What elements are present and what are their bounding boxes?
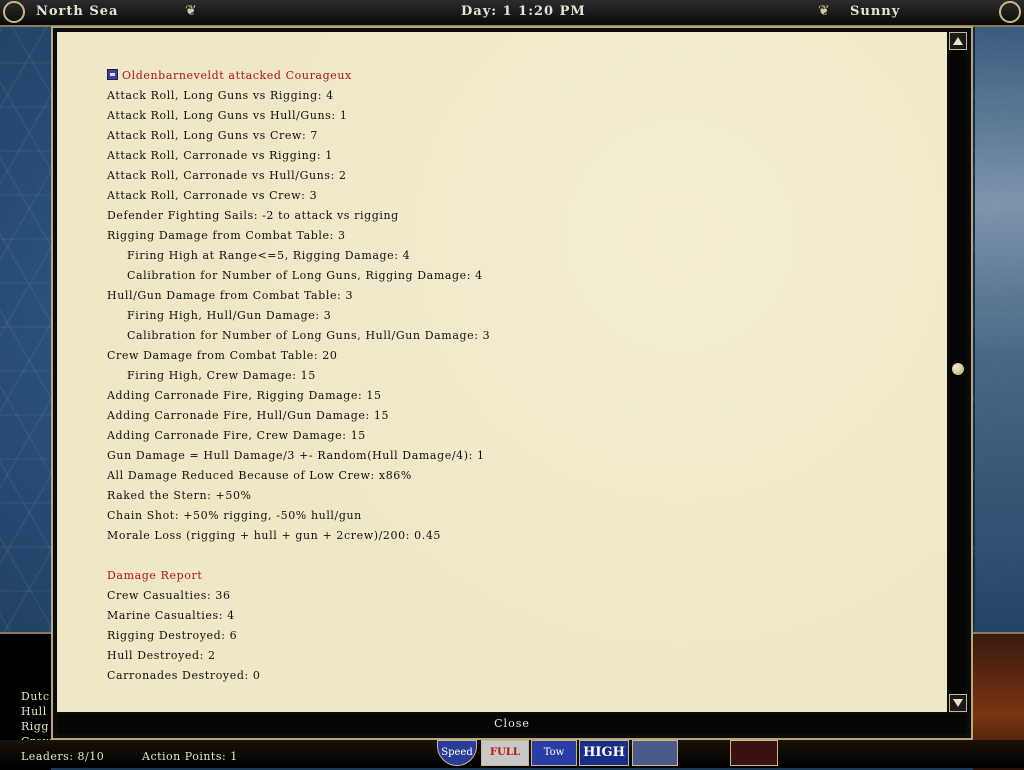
damage-line: Carronades Destroyed: 0 <box>107 669 261 682</box>
action-points-label: Action Points: 1 <box>142 750 238 763</box>
scroll-up-button[interactable] <box>949 32 967 50</box>
log-line: Defender Fighting Sails: -2 to attack vs… <box>107 209 399 222</box>
log-line: Calibration for Number of Long Guns, Hul… <box>127 329 491 342</box>
damage-line: Hull Destroyed: 2 <box>107 649 216 662</box>
log-line: Attack Roll, Carronade vs Crew: 3 <box>107 189 318 202</box>
damage-line: Marine Casualties: 4 <box>107 609 235 622</box>
vertical-scrollbar[interactable] <box>949 32 967 712</box>
flag-emblem-button[interactable] <box>730 740 778 766</box>
left-corner-ornament-icon <box>3 1 25 23</box>
arrow-down-icon <box>953 699 963 707</box>
log-line: Chain Shot: +50% rigging, -50% hull/gun <box>107 509 362 522</box>
location-label: North Sea <box>36 4 119 19</box>
side-label: Rigg <box>21 720 49 733</box>
log-line: Crew Damage from Combat Table: 20 <box>107 349 338 362</box>
damage-line: Rigging Destroyed: 6 <box>107 629 238 642</box>
log-line: Hull/Gun Damage from Combat Table: 3 <box>107 289 354 302</box>
damage-report-header: Damage Report <box>107 569 203 582</box>
log-line: Rigging Damage from Combat Table: 3 <box>107 229 346 242</box>
log-line: Morale Loss (rigging + hull + gun + 2cre… <box>107 529 442 542</box>
log-line: Attack Roll, Carronade vs Rigging: 1 <box>107 149 333 162</box>
day-time-label: Day: 1 1:20 PM <box>461 4 586 19</box>
arrow-up-icon <box>953 37 963 45</box>
scroll-down-button[interactable] <box>949 694 967 712</box>
scroll-thumb[interactable] <box>952 363 964 375</box>
log-line: All Damage Reduced Because of Low Crew: … <box>107 469 412 482</box>
log-line: Adding Carronade Fire, Crew Damage: 15 <box>107 429 366 442</box>
combat-log: Oldenbarneveldt attacked Courageux Attac… <box>107 66 927 686</box>
leaders-label: Leaders: 8/10 <box>21 750 105 763</box>
combat-report-dialog: Oldenbarneveldt attacked Courageux Attac… <box>51 26 973 740</box>
map-right-edge <box>975 20 1024 632</box>
log-line: Firing High, Crew Damage: 15 <box>127 369 316 382</box>
top-status-bar: North Sea ❦ Day: 1 1:20 PM ❦ Sunny <box>0 0 1024 27</box>
captain-portrait-button[interactable] <box>632 740 678 766</box>
log-line: Raked the Stern: +50% <box>107 489 252 502</box>
right-corner-ornament-icon <box>999 1 1021 23</box>
scroll-ornament-icon: ❦ <box>818 3 830 19</box>
log-line: Firing High at Range<=5, Rigging Damage:… <box>127 249 411 262</box>
side-label: Dutc <box>21 690 50 703</box>
log-line: Attack Roll, Long Guns vs Rigging: 4 <box>107 89 334 102</box>
close-button[interactable]: Close <box>57 714 967 734</box>
fire-high-button[interactable]: HIGH <box>579 740 629 766</box>
full-sail-button[interactable]: FULL <box>481 740 529 766</box>
log-line: Firing High, Hull/Gun Damage: 3 <box>127 309 332 322</box>
log-line: Gun Damage = Hull Damage/3 +- Random(Hul… <box>107 449 485 462</box>
log-line: Attack Roll, Carronade vs Hull/Guns: 2 <box>107 169 347 182</box>
damage-lines: Crew Casualties: 36 Marine Casualties: 4 R… <box>107 586 927 686</box>
attack-header-text: Oldenbarneveldt attacked Courageux <box>122 69 352 82</box>
damage-line: Crew Casualties: 36 <box>107 589 231 602</box>
log-line: Adding Carronade Fire, Hull/Gun Damage: … <box>107 409 390 422</box>
scroll-ornament-icon: ❦ <box>185 3 197 19</box>
tow-button[interactable]: Tow <box>531 740 577 766</box>
attack-header: Oldenbarneveldt attacked Courageux <box>107 66 927 86</box>
log-entry-icon <box>107 69 118 80</box>
log-line: Calibration for Number of Long Guns, Rig… <box>127 269 483 282</box>
log-lines: Attack Roll, Long Guns vs Rigging: 4 Atta… <box>107 86 927 546</box>
log-line: Attack Roll, Long Guns vs Hull/Guns: 1 <box>107 109 348 122</box>
weather-label: Sunny <box>850 4 901 19</box>
parchment-panel: Oldenbarneveldt attacked Courageux Attac… <box>57 32 947 712</box>
side-label: Hull <box>21 705 47 718</box>
log-line: Adding Carronade Fire, Rigging Damage: 1… <box>107 389 382 402</box>
log-line: Attack Roll, Long Guns vs Crew: 7 <box>107 129 319 142</box>
